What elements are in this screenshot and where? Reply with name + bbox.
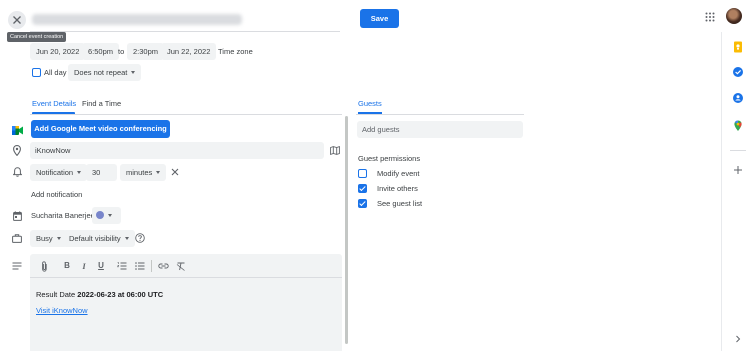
details-scrollbar[interactable] [345, 116, 348, 344]
chevron-down-icon [131, 70, 136, 74]
tab-event-details[interactable]: Event Details [32, 95, 76, 112]
calendar-owner-name: Sucharita Banerjee [31, 211, 95, 220]
busy-dropdown[interactable]: Busy [30, 230, 67, 247]
title-input[interactable] [30, 8, 340, 32]
chevron-down-icon [77, 170, 82, 174]
avatar[interactable] [726, 8, 742, 24]
italic-button[interactable]: I [79, 260, 89, 272]
remove-notification-icon[interactable] [168, 165, 182, 179]
start-time[interactable]: 6:50pm [82, 43, 120, 60]
contacts-icon[interactable] [731, 91, 745, 105]
chevron-down-icon [124, 236, 129, 240]
underline-button[interactable]: U [96, 260, 106, 272]
bell-icon [10, 165, 24, 179]
tasks-icon[interactable] [731, 65, 745, 79]
notification-unit-dropdown[interactable]: minutes [120, 164, 167, 181]
map-icon[interactable] [328, 143, 342, 157]
calendar-icon [10, 209, 24, 223]
close-icon[interactable] [8, 11, 26, 29]
expand-panel-icon[interactable] [731, 332, 745, 346]
see-guest-list-checkbox[interactable] [358, 199, 367, 208]
description-date: 2022-06-23 at 06:00 UTC [77, 290, 164, 299]
save-button[interactable]: Save [360, 9, 399, 28]
link-icon[interactable] [157, 259, 169, 273]
bulleted-list-icon[interactable] [134, 259, 146, 273]
chevron-down-icon [56, 236, 61, 240]
all-day-checkbox[interactable] [32, 68, 41, 77]
location-icon [10, 143, 24, 157]
to-label: to [118, 47, 125, 56]
close-tooltip: Cancel event creation [7, 32, 67, 42]
briefcase-icon [10, 231, 24, 245]
apps-grid-icon[interactable] [703, 10, 717, 24]
visibility-dropdown[interactable]: Default visibility [63, 230, 135, 247]
notification-type-dropdown[interactable]: Notification [30, 164, 88, 181]
guests-divider [356, 114, 524, 115]
modify-event-checkbox[interactable] [358, 169, 367, 178]
maps-icon[interactable] [731, 119, 745, 133]
side-panel-divider [721, 32, 722, 351]
chevron-down-icon [108, 213, 112, 217]
all-day-label: All day [44, 68, 67, 77]
see-guest-list-label: See guest list [377, 199, 423, 208]
tab-guests[interactable]: Guests [358, 95, 382, 112]
repeat-dropdown[interactable]: Does not repeat [68, 64, 142, 81]
description-result-text: Result Date 2022-06-23 at 06:00 UTC [36, 290, 163, 299]
bold-button[interactable]: B [62, 260, 72, 272]
side-panel-separator [730, 150, 746, 151]
numbered-list-icon[interactable] [116, 259, 128, 273]
invite-others-checkbox[interactable] [358, 184, 367, 193]
keep-icon[interactable] [731, 40, 745, 54]
meet-icon [10, 123, 24, 137]
attach-icon[interactable] [38, 259, 50, 273]
add-meet-button[interactable]: Add Google Meet video conferencing [31, 120, 170, 138]
toolbar-separator [151, 260, 152, 272]
tab-find-time[interactable]: Find a Time [82, 95, 121, 112]
add-addon-icon[interactable] [731, 163, 745, 177]
end-time[interactable]: 2:30pm [127, 43, 165, 60]
notification-amount-input[interactable]: 30 [86, 164, 117, 181]
notes-icon [10, 259, 24, 273]
tabs-divider [30, 114, 342, 115]
description-link[interactable]: Visit iKnowNow [36, 306, 88, 315]
start-date[interactable]: Jun 20, 2022 [30, 43, 86, 60]
timezone-link[interactable]: Time zone [216, 43, 255, 60]
remove-format-icon[interactable] [175, 259, 187, 273]
add-notification-link[interactable]: Add notification [31, 186, 82, 203]
add-guests-input[interactable]: Add guests [357, 121, 523, 138]
description-prefix: Result Date [36, 290, 78, 299]
location-input[interactable]: iKnowNow [30, 142, 324, 159]
title-blurred-text [32, 14, 242, 25]
calendar-color-dropdown[interactable] [92, 207, 121, 224]
chevron-down-icon [156, 170, 161, 174]
help-icon[interactable] [133, 231, 147, 245]
color-swatch [96, 211, 104, 220]
end-date[interactable]: Jun 22, 2022 [161, 43, 217, 60]
